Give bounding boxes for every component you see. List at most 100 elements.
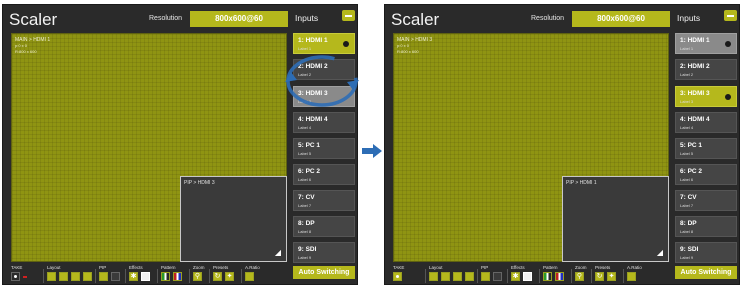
input-button-sdi[interactable]: 9: SDI Label 9 (293, 242, 355, 263)
aspect-ratio-icon[interactable] (627, 272, 636, 281)
pip-frame-icon[interactable] (111, 272, 120, 281)
pip-source-label: PIP > HDMI 1 (566, 180, 597, 186)
inputs-minimize-button[interactable] (724, 10, 737, 21)
layout-pip-icon[interactable] (441, 272, 450, 281)
layout-single-icon[interactable] (429, 272, 438, 281)
pip-resize-icon[interactable]: ◢ (657, 248, 663, 257)
input-label: Label 7 (680, 203, 694, 208)
pattern-color-icon[interactable] (173, 272, 182, 281)
take-button[interactable] (11, 272, 20, 281)
take-label: TAKE (11, 265, 23, 270)
input-button-hdmi-4[interactable]: 4: HDMI 4 Label 4 (293, 112, 355, 133)
main-window-label: MAIN > HDMI 1 p:0 x 0 R:800 x 600 (15, 37, 50, 55)
pattern-bars-icon[interactable] (161, 272, 170, 281)
resolution-label: Resolution (531, 15, 565, 22)
input-name: 8: DP (298, 220, 315, 227)
input-label: Label 5 (298, 151, 312, 156)
presets-label: Presets (213, 265, 229, 270)
pip-resize-icon[interactable]: ◢ (275, 248, 281, 257)
pip-window-preview[interactable]: PIP > HDMI 1 ◢ (562, 176, 669, 262)
presets-refresh-icon[interactable]: ↻ (213, 272, 222, 281)
layout-pop-icon[interactable] (71, 272, 80, 281)
active-source-dot-icon (725, 41, 731, 47)
pip-label: PIP (481, 265, 489, 270)
inputs-minimize-button[interactable] (342, 10, 355, 21)
input-button-pc-1[interactable]: 5: PC 1 Label 5 (675, 138, 737, 159)
aspect-ratio-icon[interactable] (245, 272, 254, 281)
input-name: 6: PC 2 (298, 168, 321, 175)
take-group: TAKE (11, 265, 41, 285)
input-button-cv[interactable]: 7: CV Label 7 (293, 190, 355, 211)
resolution-dropdown[interactable]: 800x600@60 (190, 11, 288, 27)
swap-swirl-icon (285, 55, 359, 107)
zoom-label: Zoom (575, 265, 587, 270)
presets-refresh-icon[interactable]: ↻ (595, 272, 604, 281)
input-button-sdi[interactable]: 9: SDI Label 9 (675, 242, 737, 263)
pip-swap-icon[interactable] (481, 272, 490, 281)
resolution-dropdown[interactable]: 800x600@60 (572, 11, 670, 27)
main-window-preview[interactable]: MAIN > HDMI 1 p:0 x 0 R:800 x 600 PIP > … (11, 33, 287, 262)
input-label: Label 8 (298, 229, 312, 234)
take-label: TAKE (393, 265, 405, 270)
input-button-hdmi-3[interactable]: 3: HDMI 3 Label 3 (675, 86, 737, 107)
scaler-panel-before: Scaler Resolution 800x600@60 MAIN > HDMI… (2, 4, 359, 285)
input-button-dp[interactable]: 8: DP Label 8 (675, 216, 737, 237)
input-label: Label 2 (680, 72, 694, 77)
effects-sparkle-icon[interactable]: ✱ (511, 272, 520, 281)
pip-frame-icon[interactable] (493, 272, 502, 281)
presets-pin-icon[interactable]: ✦ (607, 272, 616, 281)
main-window-preview[interactable]: MAIN > HDMI 3 p:0 x 0 R:800 x 600 PIP > … (393, 33, 669, 262)
input-name: 9: SDI (298, 246, 317, 253)
inputs-title: Inputs (295, 13, 319, 23)
main-size-label: R:800 x 600 (397, 49, 419, 54)
input-name: 6: PC 2 (680, 168, 703, 175)
aratio-label: A.Ratio (245, 265, 260, 270)
effects-sparkle-icon[interactable]: ✱ (129, 272, 138, 281)
layout-single-icon[interactable] (47, 272, 56, 281)
input-button-dp[interactable]: 8: DP Label 8 (293, 216, 355, 237)
layout-pip-icon[interactable] (59, 272, 68, 281)
input-label: Label 1 (680, 46, 694, 51)
input-button-pc-2[interactable]: 6: PC 2 Label 6 (675, 164, 737, 185)
active-source-dot-icon (725, 94, 731, 100)
zoom-magnifier-icon[interactable]: ⚲ (575, 272, 584, 281)
effects-fade-icon[interactable] (141, 272, 150, 281)
layout-pop-icon[interactable] (453, 272, 462, 281)
auto-switching-button[interactable]: Auto Switching (293, 266, 355, 279)
record-icon (14, 275, 17, 278)
input-name: 9: SDI (680, 246, 699, 253)
resolution-label: Resolution (149, 15, 183, 22)
layout-split-icon[interactable] (83, 272, 92, 281)
effects-label: Effects (129, 265, 143, 270)
effects-fade-icon[interactable] (523, 272, 532, 281)
input-label: Label 4 (298, 125, 312, 130)
input-label: Label 6 (680, 177, 694, 182)
transition-arrow-icon (362, 144, 382, 158)
input-button-cv[interactable]: 7: CV Label 7 (675, 190, 737, 211)
input-label: Label 8 (680, 229, 694, 234)
scaler-panel-after: Scaler Resolution 800x600@60 MAIN > HDMI… (384, 4, 740, 285)
zoom-magnifier-icon[interactable]: ⚲ (193, 272, 202, 281)
input-button-hdmi-4[interactable]: 4: HDMI 4 Label 4 (675, 112, 737, 133)
input-name: 3: HDMI 3 (680, 90, 710, 97)
pip-swap-icon[interactable] (99, 272, 108, 281)
input-button-hdmi-2[interactable]: 2: HDMI 2 Label 2 (675, 59, 737, 80)
pip-window-preview[interactable]: PIP > HDMI 3 ◢ (180, 176, 287, 262)
pattern-bars-icon[interactable] (543, 272, 552, 281)
input-name: 7: CV (298, 194, 315, 201)
input-button-pc-1[interactable]: 5: PC 1 Label 5 (293, 138, 355, 159)
take-button[interactable] (393, 272, 402, 281)
input-name: 5: PC 1 (680, 142, 703, 149)
input-label: Label 9 (680, 255, 694, 260)
presets-pin-icon[interactable]: ✦ (225, 272, 234, 281)
auto-switching-button[interactable]: Auto Switching (675, 266, 737, 279)
layout-label: Layout (47, 265, 61, 270)
input-button-pc-2[interactable]: 6: PC 2 Label 6 (293, 164, 355, 185)
pattern-label: Pattern (161, 265, 176, 270)
red-indicator-icon (23, 276, 27, 278)
pattern-color-icon[interactable] (555, 272, 564, 281)
effects-label: Effects (511, 265, 525, 270)
app-title: Scaler (391, 10, 440, 29)
input-button-hdmi-1[interactable]: 1: HDMI 1 Label 1 (675, 33, 737, 54)
layout-split-icon[interactable] (465, 272, 474, 281)
